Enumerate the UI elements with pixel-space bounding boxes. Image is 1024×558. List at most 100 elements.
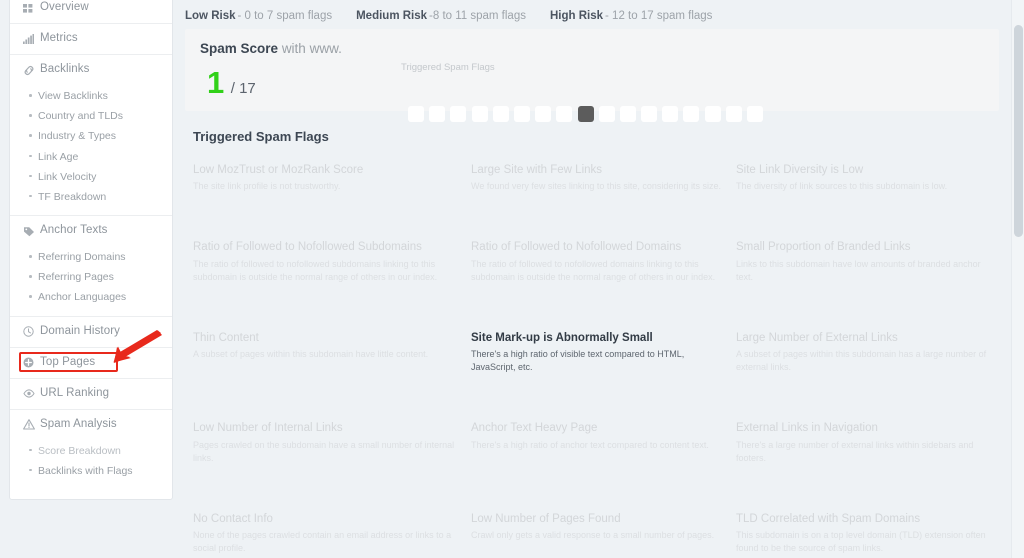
spam-flag-card: Large Site with Few Links We found very f… <box>471 163 736 193</box>
spam-flag-card: Anchor Text Heavy Page There's a high rat… <box>471 421 736 464</box>
plus-circle-icon <box>22 357 35 369</box>
sidebar-item-metrics[interactable]: Metrics <box>10 24 172 54</box>
risk-legend-item: Medium Risk -8 to 11 spam flags <box>356 10 526 22</box>
spam-score-value: 1 <box>207 65 224 100</box>
spam-flag-card: Thin Content A subset of pages within thi… <box>193 331 471 374</box>
risk-legend: Low Risk - 0 to 7 spam flags Medium Risk -8… <box>185 10 736 22</box>
spam-score-total: / 17 <box>230 80 256 97</box>
sidebar-subitem-backlinks-with-flags[interactable]: Backlinks with Flags <box>10 461 172 481</box>
sidebar-subitem-referring-pages[interactable]: Referring Pages <box>10 267 172 287</box>
spam-flag-title: Ratio of Followed to Nofollowed Domains <box>471 241 682 254</box>
spam-flag-description: None of the pages crawled contain an ema… <box>193 529 452 554</box>
spam-flag-title: Small Proportion of Branded Links <box>736 241 911 254</box>
spam-flag-description: Crawl only gets a valid response to a sm… <box>471 529 715 540</box>
spam-flag-card: Large Number of External Links A subset o… <box>736 331 1007 374</box>
sidebar-group-metrics: Metrics <box>10 24 172 55</box>
sidebar-item-label: URL Ranking <box>40 386 110 399</box>
spam-flag-card: Site Link Diversity is Low The diversity … <box>736 163 1007 193</box>
triggered-spam-flags-heading: Triggered Spam Flags <box>193 128 329 144</box>
spam-score-value-group: 1 / 17 <box>207 67 256 98</box>
sidebar-item-label: Overview <box>40 1 89 14</box>
tag-icon <box>22 225 35 237</box>
spam-flag-description: There's a high ratio of visible text com… <box>471 349 685 373</box>
sidebar-subitem-industry-types[interactable]: Industry & Types <box>10 126 172 146</box>
risk-legend-range: - 12 to 17 spam flags <box>605 10 713 22</box>
bar-chart-icon <box>22 33 35 45</box>
sidebar-item-overview[interactable]: Overview <box>10 0 172 23</box>
spam-flag-title: Low Number of Internal Links <box>193 422 343 435</box>
spam-flag-card: TLD Correlated with Spam Domains This sub… <box>736 512 1007 555</box>
sidebar-item-anchor-texts[interactable]: Anchor Texts <box>10 216 172 246</box>
sidebar-item-label: Metrics <box>40 32 78 45</box>
spam-score-title-bold: Spam Score <box>200 41 279 56</box>
sidebar-group-top-pages: Top Pages <box>10 348 172 379</box>
spam-flag-description: The ratio of followed to nofollowed subd… <box>193 258 438 282</box>
vertical-scrollbar-track[interactable] <box>1011 0 1024 558</box>
risk-legend-name: High Risk <box>549 10 604 22</box>
spam-flag-card-triggered: Site Mark-up is Abnormally Small There's … <box>471 331 736 374</box>
sidebar-item-url-ranking[interactable]: URL Ranking <box>10 379 172 409</box>
sidebar-item-label: Backlinks <box>40 63 90 76</box>
sidebar: Overview Metrics Backlinks View Backlinks Co… <box>9 0 173 500</box>
spam-flag-description: Pages crawled on the subdomain have a sm… <box>193 439 455 463</box>
spam-score-title: Spam Score with www. <box>200 41 342 56</box>
spam-flag-title: Low Number of Pages Found <box>471 512 621 525</box>
sidebar-subitem-link-age[interactable]: Link Age <box>10 147 172 167</box>
spam-flag-description: A subset of pages within this subdomain … <box>193 349 429 360</box>
spam-flag-title: External Links in Navigation <box>736 422 878 435</box>
spam-flag-title: Site Mark-up is Abnormally Small <box>471 331 653 344</box>
eye-icon <box>22 388 35 400</box>
sidebar-item-top-pages[interactable]: Top Pages <box>10 348 172 378</box>
sidebar-sublist: Score Breakdown Backlinks with Flags <box>10 440 172 489</box>
app-root: Overview Metrics Backlinks View Backlinks Co… <box>0 0 1024 558</box>
sidebar-subitem-referring-domains[interactable]: Referring Domains <box>10 247 172 267</box>
spam-flag-card: No Contact Info None of the pages crawled… <box>193 512 471 555</box>
risk-legend-range: - 0 to 7 spam flags <box>237 10 333 22</box>
triggered-spam-flags-grid: Low MozTrust or MozRank Score The site li… <box>185 163 999 558</box>
spam-flag-title: No Contact Info <box>193 512 273 525</box>
spam-score-title-rest: with www. <box>281 41 342 56</box>
spam-flag-card: Low Number of Pages Found Crawl only gets… <box>471 512 736 555</box>
sidebar-sublist: View Backlinks Country and TLDs Industry &… <box>10 85 172 215</box>
spam-flag-card: Ratio of Followed to Nofollowed Subdomai… <box>193 240 471 283</box>
sidebar-item-label: Domain History <box>40 324 121 337</box>
spam-flag-description: We found very few sites linking to this … <box>471 181 721 192</box>
sidebar-subitem-country-and-tlds[interactable]: Country and TLDs <box>10 106 172 126</box>
sidebar-group-domain-history: Domain History <box>10 317 172 348</box>
sidebar-subitem-link-velocity[interactable]: Link Velocity <box>10 167 172 187</box>
spam-flag-description: There's a large number of external links… <box>736 439 974 463</box>
spam-flag-card: Low MozTrust or MozRank Score The site li… <box>193 163 471 193</box>
spam-flag-title: Large Site with Few Links <box>471 163 603 176</box>
sidebar-subitem-tf-breakdown[interactable]: TF Breakdown <box>10 187 172 207</box>
spam-flag-description: The diversity of link sources to this su… <box>736 181 948 192</box>
risk-legend-item: High Risk - 12 to 17 spam flags <box>550 10 712 22</box>
spam-flag-title: Thin Content <box>193 331 259 344</box>
sidebar-item-domain-history[interactable]: Domain History <box>10 317 172 347</box>
sidebar-group-backlinks: Backlinks View Backlinks Country and TLDs I… <box>10 55 172 217</box>
sidebar-group-anchor-texts: Anchor Texts Referring Domains Referring P… <box>10 216 172 317</box>
spam-flag-card: Small Proportion of Branded Links Links t… <box>736 240 1007 283</box>
sidebar-item-label: Anchor Texts <box>40 224 108 237</box>
risk-legend-name: Low Risk <box>185 10 236 22</box>
spam-flag-title: Large Number of External Links <box>736 331 898 344</box>
sidebar-subitem-anchor-languages[interactable]: Anchor Languages <box>10 287 172 307</box>
spam-flag-description: There's a high ratio of anchor text comp… <box>471 439 709 450</box>
risk-legend-item: Low Risk - 0 to 7 spam flags <box>185 10 332 22</box>
vertical-scrollbar-thumb[interactable] <box>1014 25 1023 237</box>
spam-flag-card: Ratio of Followed to Nofollowed Domains T… <box>471 240 736 283</box>
sidebar-item-label: Top Pages <box>40 355 96 368</box>
sidebar-group-overview: Overview <box>10 0 172 24</box>
spam-flag-description: The site link profile is not trustworthy… <box>193 181 341 192</box>
spam-flag-title: Ratio of Followed to Nofollowed Subdomai… <box>193 241 422 254</box>
spam-flag-description: A subset of pages within this subdomain … <box>736 349 987 373</box>
sidebar-item-spam-analysis[interactable]: Spam Analysis <box>10 410 172 440</box>
spam-flag-title: Anchor Text Heavy Page <box>471 422 598 435</box>
sidebar-item-backlinks[interactable]: Backlinks <box>10 55 172 85</box>
sidebar-subitem-view-backlinks[interactable]: View Backlinks <box>10 86 172 106</box>
sidebar-subitem-score-breakdown[interactable]: Score Breakdown <box>10 441 172 461</box>
spam-flag-description: This subdomain is on a top level domain … <box>736 529 986 554</box>
spam-flag-card: Low Number of Internal Links Pages crawle… <box>193 421 471 464</box>
spam-flag-description: The ratio of followed to nofollowed doma… <box>471 258 716 282</box>
link-icon <box>22 64 35 76</box>
grid-icon <box>22 2 35 14</box>
